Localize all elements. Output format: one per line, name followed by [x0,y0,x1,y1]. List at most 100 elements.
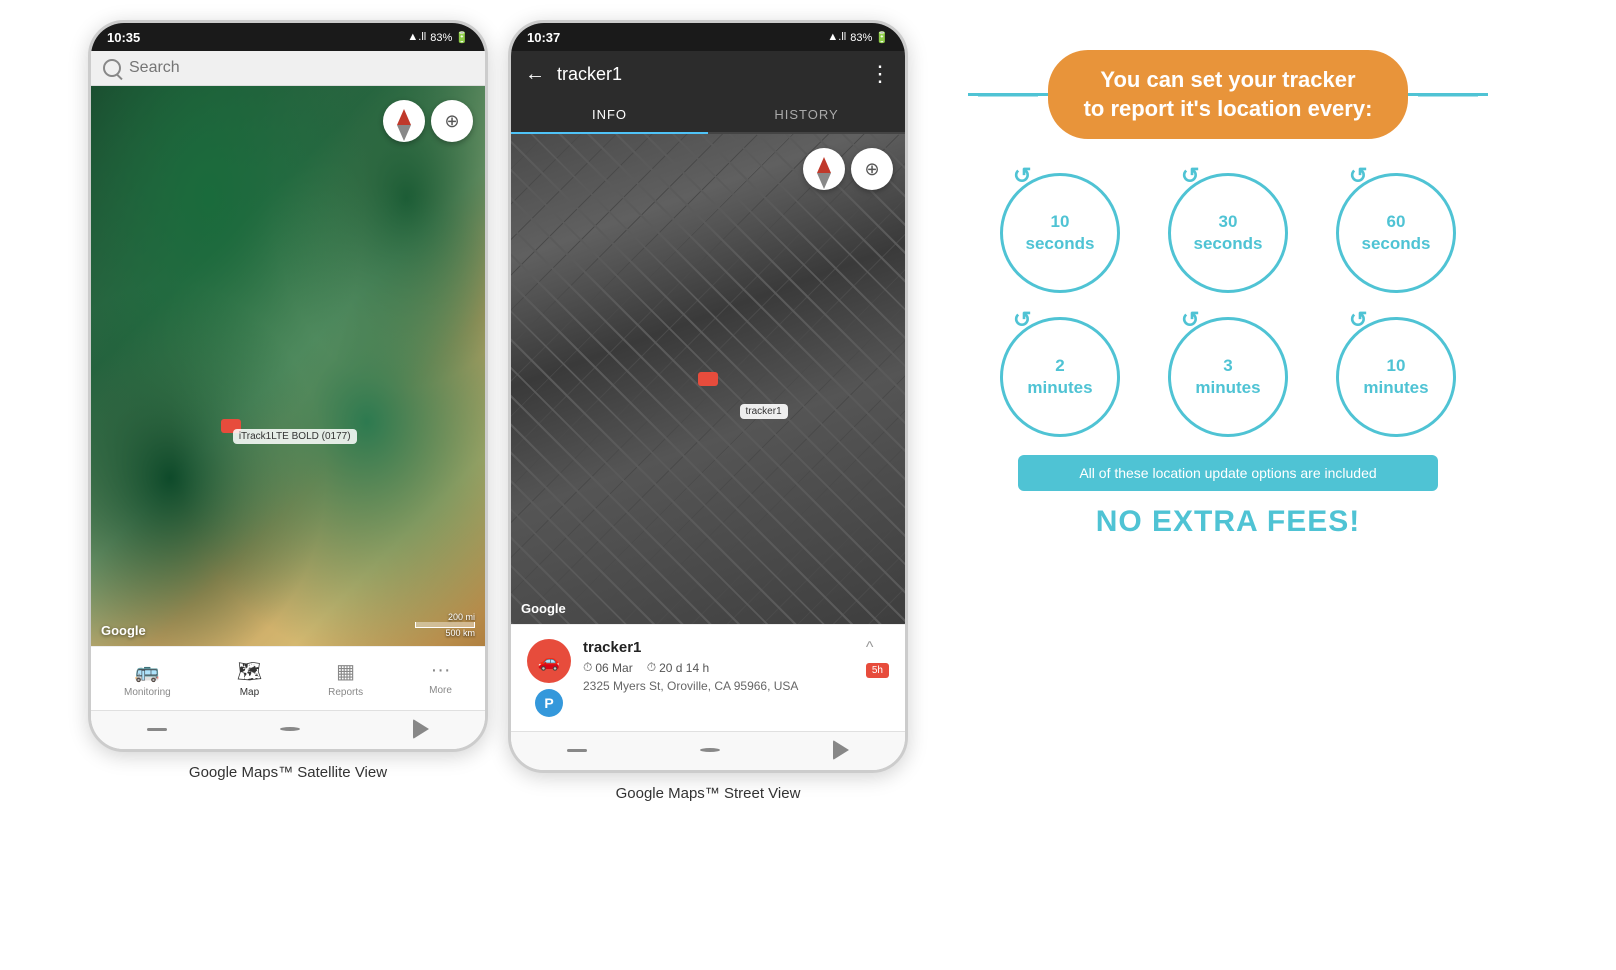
search-input[interactable] [129,59,473,77]
bottom-nav-1: 🚌 Monitoring 🗺 Map ▦ Reports ··· More [91,646,485,710]
sys-back[interactable] [413,719,429,739]
circle-10min-value: 10 [1387,355,1406,377]
timer-icon: ⏱ [647,660,656,675]
parking-badge: P [535,689,563,717]
sys-home-2[interactable] [700,748,720,752]
scale-200mi: 200 mi [448,612,475,622]
tracker-label-1: iTrack1LTE BOLD (0177) [233,429,357,444]
sys-home[interactable] [280,727,300,731]
circle-2min-value: 2 [1055,355,1064,377]
phone1-col: 10:35 ▲.ll 83% 🔋 [88,20,488,787]
location-icon: ⊕ [444,111,459,132]
location-button[interactable]: ⊕ [431,100,473,142]
more-label: More [429,685,452,696]
location-button-2[interactable]: ⊕ [851,148,893,190]
circle-30sec-unit: seconds [1194,233,1263,255]
nav-more[interactable]: ··· More [419,655,462,702]
search-icon [103,59,121,77]
system-nav-2 [511,731,905,770]
tracker-info-panel: 🚗 P tracker1 ⏱ 06 Mar ⏱ 20 d 14 h [511,624,905,731]
map-icon: 🗺 [237,659,262,684]
sys-back-2[interactable] [833,740,849,760]
system-nav-1 [91,710,485,749]
tracker-duration: ⏱ 20 d 14 h [647,660,709,675]
back-button[interactable]: ← [525,63,545,86]
tracker-tabs: INFO HISTORY [511,97,905,134]
phone2-time: 10:37 [527,30,560,45]
sys-recents-2[interactable] [567,749,587,752]
right-panel: You can set your trackerto report it's l… [928,20,1528,569]
phone2-caption: Google Maps™ Street View [616,773,801,808]
phone2-status-bar: 10:37 ▲.ll 83% 🔋 [511,23,905,51]
circle-10sec-value: 10 [1051,211,1070,233]
circle-2min-unit: minutes [1027,377,1092,399]
phone1-battery: 83% 🔋 [430,31,469,44]
clock-icon: ⏱ [583,660,592,675]
reports-label: Reports [328,687,363,698]
compass-needle [397,109,411,125]
phone1-signal: ▲.ll [407,31,426,43]
headline-row: You can set your trackerto report it's l… [948,50,1508,139]
phone2-status-icons: ▲.ll 83% 🔋 [827,31,889,44]
page-wrapper: 10:35 ▲.ll 83% 🔋 [20,20,1596,808]
phone2-signal: ▲.ll [827,31,846,43]
circle-2min: 2 minutes [1000,317,1120,437]
monitoring-icon: 🚌 [135,659,160,684]
reports-icon: ▦ [336,659,355,684]
google-watermark-1: Google [101,623,146,638]
nav-map[interactable]: 🗺 Map [227,655,272,702]
satellite-map-bg: ⊕ iTrack1LTE BOLD (0177) Google 200 mi 5… [91,86,485,646]
circle-60sec-unit: seconds [1362,233,1431,255]
search-bar[interactable] [91,51,485,86]
location-icon-2: ⊕ [864,159,879,180]
map-label: Map [240,687,259,698]
phone2-mockup: 10:37 ▲.ll 83% 🔋 ← tracker1 ⋮ INFO HISTO… [508,20,908,773]
circles-grid: 10 seconds 30 seconds 60 seconds 2 minut… [988,173,1468,437]
chevron-up-icon[interactable]: ^ [866,639,874,657]
nav-reports[interactable]: ▦ Reports [318,655,373,702]
circle-30sec-value: 30 [1219,211,1238,233]
circle-3min-value: 3 [1223,355,1232,377]
phone2-col: 10:37 ▲.ll 83% 🔋 ← tracker1 ⋮ INFO HISTO… [508,20,908,808]
more-button[interactable]: ⋮ [869,61,891,87]
compass-button-2[interactable] [803,148,845,190]
phone1-status-bar: 10:35 ▲.ll 83% 🔋 [91,23,485,51]
tab-history[interactable]: HISTORY [708,97,905,132]
monitoring-label: Monitoring [124,687,171,698]
tracker-name: tracker1 [583,639,854,656]
circle-3min: 3 minutes [1168,317,1288,437]
nav-monitoring[interactable]: 🚌 Monitoring [114,655,181,702]
compass-needle-2 [817,157,831,173]
sys-recents[interactable] [147,728,167,731]
phone2-battery: 83% 🔋 [850,31,889,44]
phone1-mockup: 10:35 ▲.ll 83% 🔋 [88,20,488,752]
tracker-title: tracker1 [557,64,857,85]
circle-10min: 10 minutes [1336,317,1456,437]
phone1-time: 10:35 [107,30,140,45]
no-fees-text: NO EXTRA FEES! [1096,505,1361,539]
scale-bar: 200 mi 500 km [415,612,475,638]
tab-info[interactable]: INFO [511,97,708,134]
tracker-details: tracker1 ⏱ 06 Mar ⏱ 20 d 14 h 2325 Myers… [583,639,854,693]
circle-10min-unit: minutes [1363,377,1428,399]
duration-badge: 5h [866,663,889,678]
phone1-caption: Google Maps™ Satellite View [189,752,387,787]
circle-60sec: 60 seconds [1336,173,1456,293]
circle-10sec: 10 seconds [1000,173,1120,293]
car-marker-2 [698,372,718,386]
google-watermark-2: Google [521,601,566,616]
headline-text: You can set your trackerto report it's l… [1084,67,1373,121]
circle-10sec-unit: seconds [1026,233,1095,255]
included-banner: All of these location update options are… [1018,455,1438,491]
circle-60sec-value: 60 [1387,211,1406,233]
tracker-label-2: tracker1 [740,404,788,419]
headline-box: You can set your trackerto report it's l… [1048,50,1409,139]
tracker-meta: ⏱ 06 Mar ⏱ 20 d 14 h [583,660,854,675]
tracker-date: ⏱ 06 Mar [583,660,633,675]
satellite-map-area: ⊕ iTrack1LTE BOLD (0177) Google 200 mi 5… [91,86,485,646]
compass-button[interactable] [383,100,425,142]
tracker-address: 2325 Myers St, Oroville, CA 95966, USA [583,679,854,693]
street-map-bg: ⊕ tracker1 Google [511,134,905,624]
circle-3min-unit: minutes [1195,377,1260,399]
more-icon: ··· [431,659,451,682]
